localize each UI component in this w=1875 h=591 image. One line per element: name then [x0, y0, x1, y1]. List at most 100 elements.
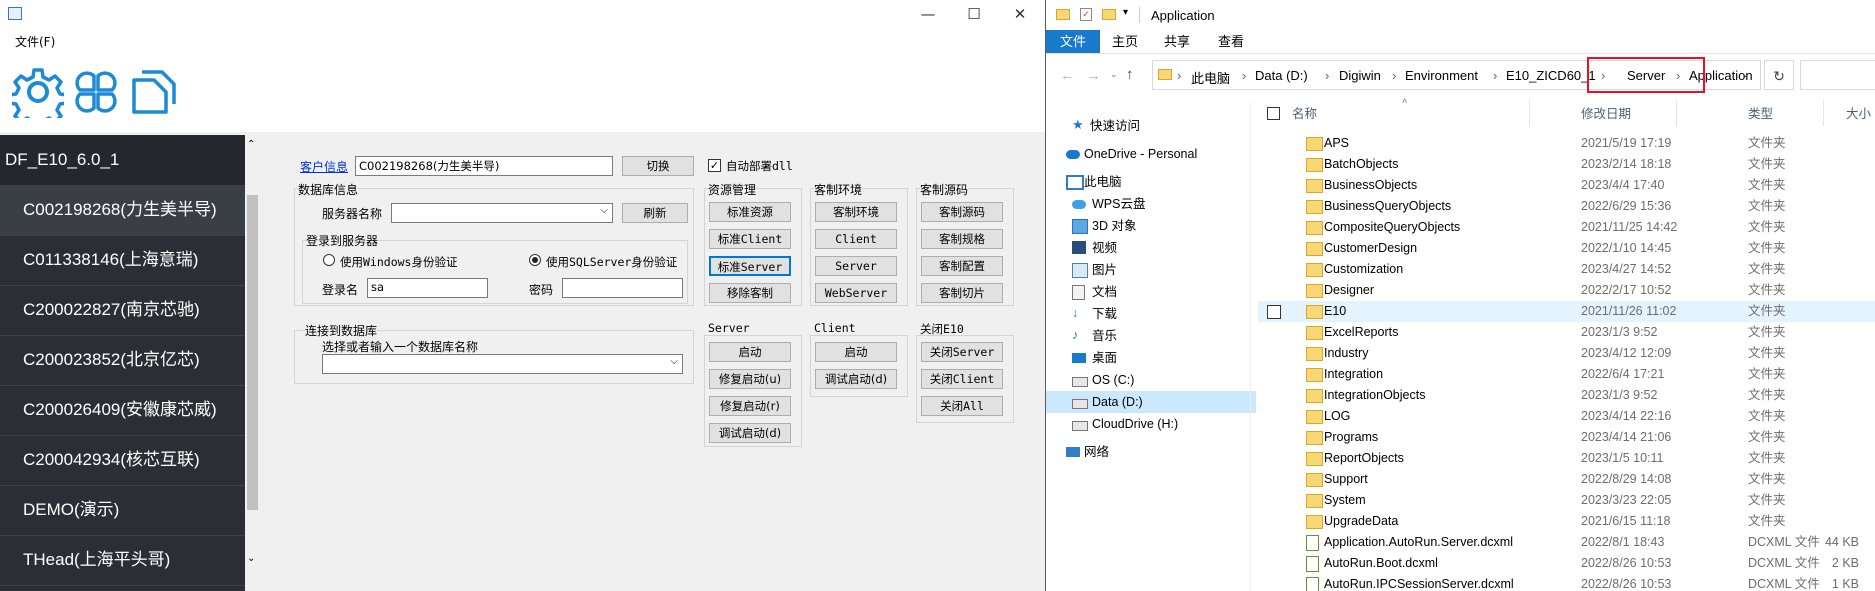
document-icon[interactable]: [128, 66, 180, 118]
user-field[interactable]: sa: [367, 278, 488, 298]
close-button[interactable]: ✕: [997, 0, 1043, 28]
new-folder-icon[interactable]: [1102, 9, 1116, 20]
gear-icon[interactable]: [12, 66, 64, 118]
nav-documents[interactable]: 文档: [1046, 281, 1256, 303]
tab-file[interactable]: 文件: [1046, 30, 1101, 53]
file-row[interactable]: APS 2021/5/19 17:19 文件夹: [1258, 133, 1875, 154]
sidebar-header[interactable]: DF_E10_6.0_1: [0, 135, 245, 186]
sql-auth-radio[interactable]: [529, 254, 541, 266]
standard-server-button[interactable]: 标准Server: [709, 256, 791, 276]
nav-onedrive[interactable]: OneDrive - Personal: [1046, 143, 1256, 165]
tab-view[interactable]: 查看: [1206, 30, 1256, 53]
column-name[interactable]: 名称: [1292, 103, 1317, 122]
crumb-environment[interactable]: Environment: [1405, 68, 1478, 83]
file-row[interactable]: BatchObjects 2023/2/14 18:18 文件夹: [1258, 154, 1875, 175]
nav-drive-d[interactable]: Data (D:): [1046, 391, 1256, 413]
file-row[interactable]: Integration 2022/6/4 17:21 文件夹: [1258, 364, 1875, 385]
column-size[interactable]: 大小: [1846, 103, 1871, 122]
nav-quick-access[interactable]: ★ 快速访问: [1046, 115, 1256, 137]
server-repair-u-button[interactable]: 修复启动(u): [709, 369, 791, 389]
switch-button[interactable]: 切换: [622, 156, 694, 176]
file-row[interactable]: ReportObjects 2023/1/5 10:11 文件夹: [1258, 448, 1875, 469]
custom-webserver-button[interactable]: WebServer: [815, 283, 897, 303]
address-dropdown-icon[interactable]: ⌄: [1741, 67, 1750, 80]
file-row[interactable]: CustomerDesign 2022/1/10 14:45 文件夹: [1258, 238, 1875, 259]
nav-network[interactable]: 网络: [1046, 441, 1256, 463]
sidebar-item[interactable]: THead(上海平头哥): [0, 535, 245, 586]
search-box[interactable]: [1800, 60, 1875, 90]
client-debug-button[interactable]: 调试启动(d): [815, 369, 897, 389]
close-all-button[interactable]: 关闭All: [921, 396, 1003, 416]
nav-downloads[interactable]: ↓ 下载: [1046, 303, 1256, 325]
nav-drive-h[interactable]: CloudDrive (H:): [1046, 413, 1256, 435]
file-row[interactable]: Industry 2023/4/12 12:09 文件夹: [1258, 343, 1875, 364]
file-row[interactable]: Application.AutoRun.Server.dcxml 2022/8/1…: [1258, 532, 1875, 553]
clover-icon[interactable]: [70, 66, 122, 118]
file-row[interactable]: IntegrationObjects 2023/1/3 9:52 文件夹: [1258, 385, 1875, 406]
nav-desktop[interactable]: 桌面: [1046, 347, 1256, 369]
client-start-button[interactable]: 启动: [815, 342, 897, 362]
column-type[interactable]: 类型: [1748, 103, 1773, 122]
tab-share[interactable]: 共享: [1152, 30, 1202, 53]
menu-file[interactable]: 文件(F): [15, 33, 55, 50]
close-client-button[interactable]: 关闭Client: [921, 369, 1003, 389]
maximize-button[interactable]: ☐: [951, 0, 997, 28]
refresh-icon[interactable]: ↻: [1764, 60, 1794, 90]
refresh-button[interactable]: 刷新: [622, 203, 688, 223]
crumb-e10[interactable]: E10_ZICD60_1: [1506, 68, 1596, 83]
file-row[interactable]: UpgradeData 2021/6/15 11:18 文件夹: [1258, 511, 1875, 532]
nav-videos[interactable]: 视频: [1046, 237, 1256, 259]
server-name-select[interactable]: ⌵: [391, 203, 613, 223]
forward-icon[interactable]: →: [1086, 67, 1101, 84]
nav-this-pc[interactable]: 此电脑: [1046, 171, 1256, 193]
file-row[interactable]: E10 2021/11/26 11:02 文件夹: [1258, 301, 1875, 322]
nav-wps[interactable]: WPS云盘: [1046, 193, 1256, 215]
password-field[interactable]: [562, 278, 683, 298]
file-row[interactable]: Support 2022/8/29 14:08 文件夹: [1258, 469, 1875, 490]
back-icon[interactable]: ←: [1060, 67, 1075, 84]
custom-env-button[interactable]: 客制环境: [815, 202, 897, 222]
close-server-button[interactable]: 关闭Server: [921, 342, 1003, 362]
up-icon[interactable]: ↑: [1126, 66, 1134, 83]
column-date[interactable]: 修改日期: [1581, 103, 1631, 122]
standard-resource-button[interactable]: 标准资源: [709, 202, 791, 222]
file-row[interactable]: Designer 2022/2/17 10:52 文件夹: [1258, 280, 1875, 301]
customer-info-link[interactable]: 客户信息: [300, 158, 348, 175]
nav-drive-c[interactable]: OS (C:): [1046, 369, 1256, 391]
scroll-down-arrow[interactable]: ⌄: [247, 553, 255, 564]
navpane-scrollbar[interactable]: [1250, 103, 1251, 591]
select-all-checkbox[interactable]: [1267, 107, 1280, 120]
custom-config-button[interactable]: 客制配置: [921, 256, 1003, 276]
sidebar-item[interactable]: C011338146(上海意瑞): [0, 235, 245, 286]
custom-source-button[interactable]: 客制源码: [921, 202, 1003, 222]
file-row[interactable]: BusinessQueryObjects 2022/6/29 15:36 文件夹: [1258, 196, 1875, 217]
sidebar-scrollbar[interactable]: ⌃ ⌄: [245, 135, 260, 570]
custom-spec-button[interactable]: 客制规格: [921, 229, 1003, 249]
recent-locations-icon[interactable]: ⌄: [1110, 69, 1118, 80]
sidebar-item[interactable]: C200042934(核芯互联): [0, 435, 245, 486]
sidebar-item[interactable]: C200026409(安徽康芯威): [0, 385, 245, 436]
scroll-up-arrow[interactable]: ⌃: [247, 139, 255, 150]
chevron-down-icon[interactable]: ▾: [1123, 7, 1128, 18]
file-row[interactable]: AutoRun.Boot.dcxml 2022/8/26 10:53 DCXML 文…: [1258, 553, 1875, 574]
remove-custom-button[interactable]: 移除客制: [709, 283, 791, 303]
properties-icon[interactable]: ✓: [1080, 8, 1092, 21]
scroll-thumb[interactable]: [247, 195, 258, 510]
file-row[interactable]: BusinessObjects 2023/4/4 17:40 文件夹: [1258, 175, 1875, 196]
nav-3d-objects[interactable]: 3D 对象: [1046, 215, 1256, 237]
minimize-button[interactable]: —: [905, 0, 951, 28]
server-start-button[interactable]: 启动: [709, 342, 791, 362]
crumb-data-d[interactable]: Data (D:): [1255, 68, 1308, 83]
custom-server-button[interactable]: Server: [815, 256, 897, 276]
file-row[interactable]: Programs 2023/4/14 21:06 文件夹: [1258, 427, 1875, 448]
file-row[interactable]: System 2023/3/23 22:05 文件夹: [1258, 490, 1875, 511]
file-row[interactable]: LOG 2023/4/14 22:16 文件夹: [1258, 406, 1875, 427]
tab-home[interactable]: 主页: [1100, 30, 1150, 53]
server-debug-button[interactable]: 调试启动(d): [709, 423, 791, 443]
sidebar-item[interactable]: DEMO(演示): [0, 485, 245, 536]
nav-music[interactable]: ♪ 音乐: [1046, 325, 1256, 347]
file-row[interactable]: CompositeQueryObjects 2021/11/25 14:42 文件夹: [1258, 217, 1875, 238]
sidebar-item[interactable]: C002198268(力生美半导): [0, 185, 245, 236]
windows-auth-radio[interactable]: [323, 254, 335, 266]
custom-slice-button[interactable]: 客制切片: [921, 283, 1003, 303]
